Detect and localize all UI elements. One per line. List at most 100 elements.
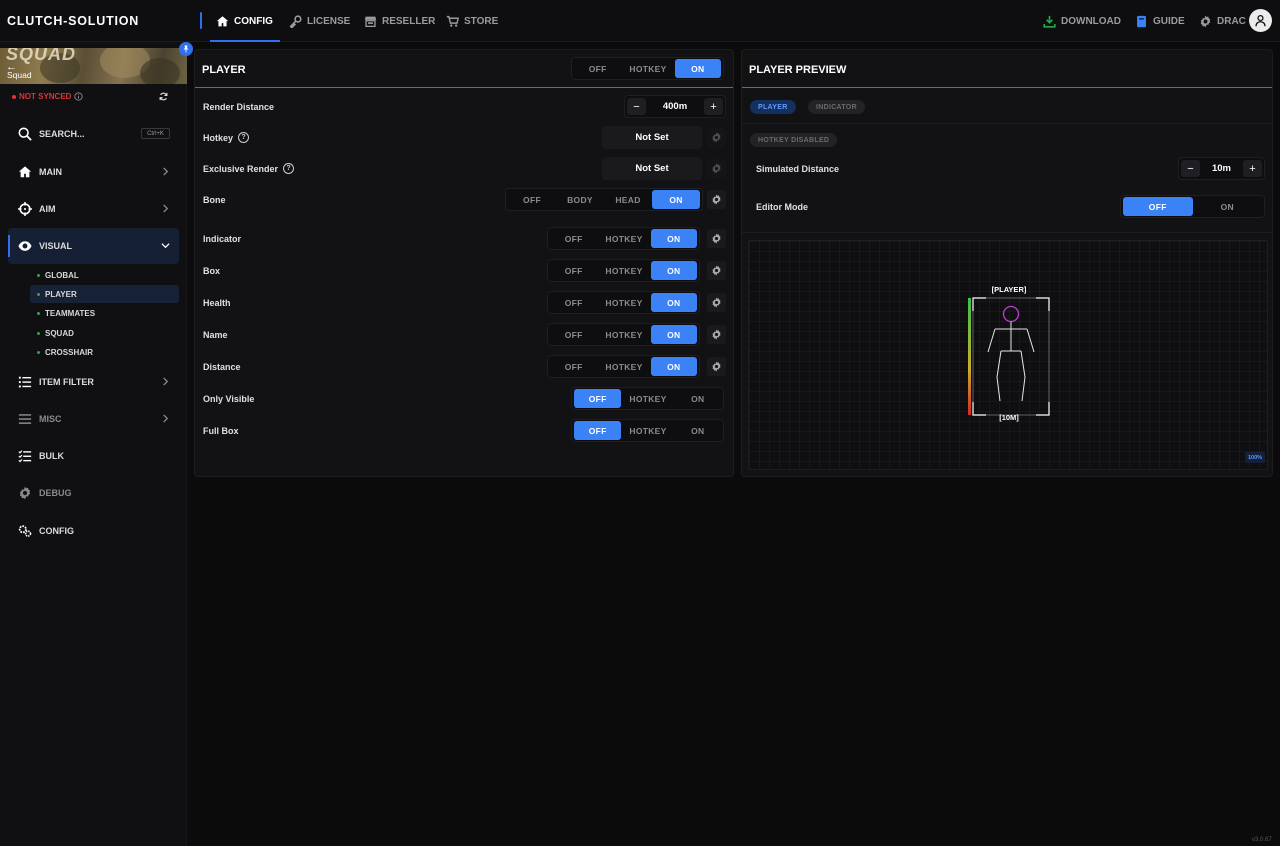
esp-name-tag: [PLAYER]: [991, 285, 1027, 294]
distance-off-option[interactable]: OFF: [550, 357, 597, 376]
indicator-on-option[interactable]: ON: [650, 229, 698, 248]
full-box-hotkey-option[interactable]: HOTKEY: [621, 421, 674, 440]
sidebar-item-debug[interactable]: DEBUG: [8, 475, 179, 511]
esp-distance-tag: [10M]: [999, 413, 1019, 422]
name-hotkey-option[interactable]: HOTKEY: [597, 325, 650, 344]
gear-icon: [712, 163, 721, 174]
help-icon[interactable]: ?: [283, 163, 295, 174]
tab-store-label: STORE: [464, 15, 499, 27]
health-row-label: Health: [203, 298, 231, 308]
distance-settings-button[interactable]: [707, 357, 726, 376]
panel-title: PLAYER PREVIEW: [749, 64, 847, 76]
sidebar-item-aim[interactable]: AIM: [8, 191, 179, 227]
health-bar: [968, 298, 971, 415]
user-settings-button[interactable]: DRAC: [1199, 0, 1246, 42]
gear-icon: [712, 132, 721, 143]
sidebar-item-bulk[interactable]: BULK: [8, 438, 179, 474]
bone-settings-button[interactable]: [707, 190, 726, 209]
sidebar-item-item-filter[interactable]: ITEM FILTER: [8, 364, 179, 400]
brand-logo: CLUTCH-SOLUTION: [7, 14, 140, 28]
name-off-option[interactable]: OFF: [550, 325, 597, 344]
hotkey-disabled-badge: HOTKEY DISABLED: [750, 133, 838, 147]
gear-icon: [712, 194, 721, 205]
editor-mode-off-option[interactable]: OFF: [1123, 197, 1193, 216]
plus-button[interactable]: +: [1243, 160, 1262, 177]
user-name: DRAC: [1217, 15, 1246, 27]
sidebar-subitem-crosshair[interactable]: CROSSHAIR: [30, 343, 179, 361]
editor-mode-toggle: OFF ON: [1120, 195, 1265, 218]
sidebar-item-misc[interactable]: MISC: [8, 401, 179, 437]
only-visible-off-option[interactable]: OFF: [574, 389, 622, 408]
full-box-off-option[interactable]: OFF: [574, 421, 622, 440]
sidebar-subitem-player[interactable]: PLAYER: [30, 285, 179, 303]
bone-on-option[interactable]: ON: [652, 190, 700, 209]
exclusive-render-button[interactable]: Not Set: [602, 157, 702, 180]
sidebar-subitem-global[interactable]: GLOBAL: [30, 266, 179, 284]
preview-canvas[interactable]: [PLAYER] [10M] 100%: [748, 240, 1268, 470]
sidebar-subitem-teammates[interactable]: TEAMMATES: [30, 304, 179, 322]
only-visible-label: Only Visible: [203, 394, 255, 404]
indicator-settings-button[interactable]: [707, 229, 726, 248]
master-on-option[interactable]: ON: [674, 59, 722, 78]
preview-player-pill[interactable]: PLAYER: [750, 100, 796, 114]
indicator-hotkey-option[interactable]: HOTKEY: [597, 229, 650, 248]
box-hotkey-option[interactable]: HOTKEY: [597, 261, 650, 280]
sidebar-subitem-squad[interactable]: SQUAD: [30, 324, 179, 342]
sidebar-item-label: AIM: [39, 204, 56, 214]
bone-body-option[interactable]: BODY: [556, 190, 604, 209]
minus-button[interactable]: −: [1181, 160, 1200, 177]
gear-icon: [1200, 15, 1211, 27]
health-on-option[interactable]: ON: [650, 293, 698, 312]
indicator-off-option[interactable]: OFF: [550, 229, 597, 248]
sidebar-item-label: ITEM FILTER: [39, 377, 94, 387]
tab-config[interactable]: CONFIG: [210, 0, 280, 42]
bone-off-option[interactable]: OFF: [508, 190, 556, 209]
health-label: Health: [203, 298, 231, 308]
exclusive-render-settings-button[interactable]: [707, 159, 726, 178]
simulated-distance-stepper: − 10m +: [1178, 157, 1265, 180]
name-on-option[interactable]: ON: [650, 325, 698, 344]
health-settings-button[interactable]: [707, 293, 726, 312]
sidebar-item-config[interactable]: CONFIG: [8, 513, 179, 549]
preview-indicator-pill[interactable]: INDICATOR: [808, 100, 865, 114]
box-on-option[interactable]: ON: [650, 261, 698, 280]
distance-on-option[interactable]: ON: [650, 357, 698, 376]
bone-head-option[interactable]: HEAD: [604, 190, 652, 209]
help-icon[interactable]: ?: [238, 132, 250, 143]
download-button[interactable]: DOWNLOAD: [1043, 0, 1121, 42]
sidebar-item-main[interactable]: MAIN: [8, 154, 179, 190]
hotkey-row-label: Hotkey ?: [203, 132, 250, 143]
game-banner[interactable]: SQUAD ← Squad: [0, 48, 187, 84]
health-off-option[interactable]: OFF: [550, 293, 597, 312]
name-settings-button[interactable]: [707, 325, 726, 344]
editor-mode-label: Editor Mode: [756, 202, 808, 212]
master-hotkey-option[interactable]: HOTKEY: [621, 59, 674, 78]
editor-mode-on-option[interactable]: ON: [1193, 197, 1263, 216]
tab-store[interactable]: STORE: [446, 0, 498, 42]
hotkey-settings-button[interactable]: [707, 128, 726, 147]
pin-button[interactable]: [179, 42, 193, 56]
refresh-icon[interactable]: [159, 92, 168, 101]
store-icon: [364, 16, 377, 27]
plus-button[interactable]: +: [704, 98, 723, 115]
sync-status: NOT SYNCED: [12, 92, 84, 101]
tab-reseller[interactable]: RESELLER: [364, 0, 435, 42]
box-settings-button[interactable]: [707, 261, 726, 280]
avatar[interactable]: [1249, 9, 1272, 32]
sidebar-search[interactable]: SEARCH... Ctrl+K: [8, 116, 179, 152]
distance-hotkey-option[interactable]: HOTKEY: [597, 357, 650, 376]
guide-button[interactable]: GUIDE: [1135, 0, 1185, 42]
only-visible-on-option[interactable]: ON: [675, 389, 721, 408]
health-hotkey-option[interactable]: HOTKEY: [597, 293, 650, 312]
box-off-option[interactable]: OFF: [550, 261, 597, 280]
sidebar-item-visual[interactable]: VISUAL: [8, 228, 179, 264]
bone-toggle: OFF BODY HEAD ON: [505, 188, 703, 211]
only-visible-hotkey-option[interactable]: HOTKEY: [621, 389, 674, 408]
master-off-option[interactable]: OFF: [574, 59, 621, 78]
distance-label: Distance: [203, 362, 241, 372]
minus-button[interactable]: −: [627, 98, 646, 115]
full-box-on-option[interactable]: ON: [675, 421, 721, 440]
hotkey-bind-button[interactable]: Not Set: [602, 126, 702, 149]
tab-license[interactable]: LICENSE: [289, 0, 350, 42]
top-bar: CLUTCH-SOLUTION CONFIG LICENSE RESELLER …: [0, 0, 1280, 42]
